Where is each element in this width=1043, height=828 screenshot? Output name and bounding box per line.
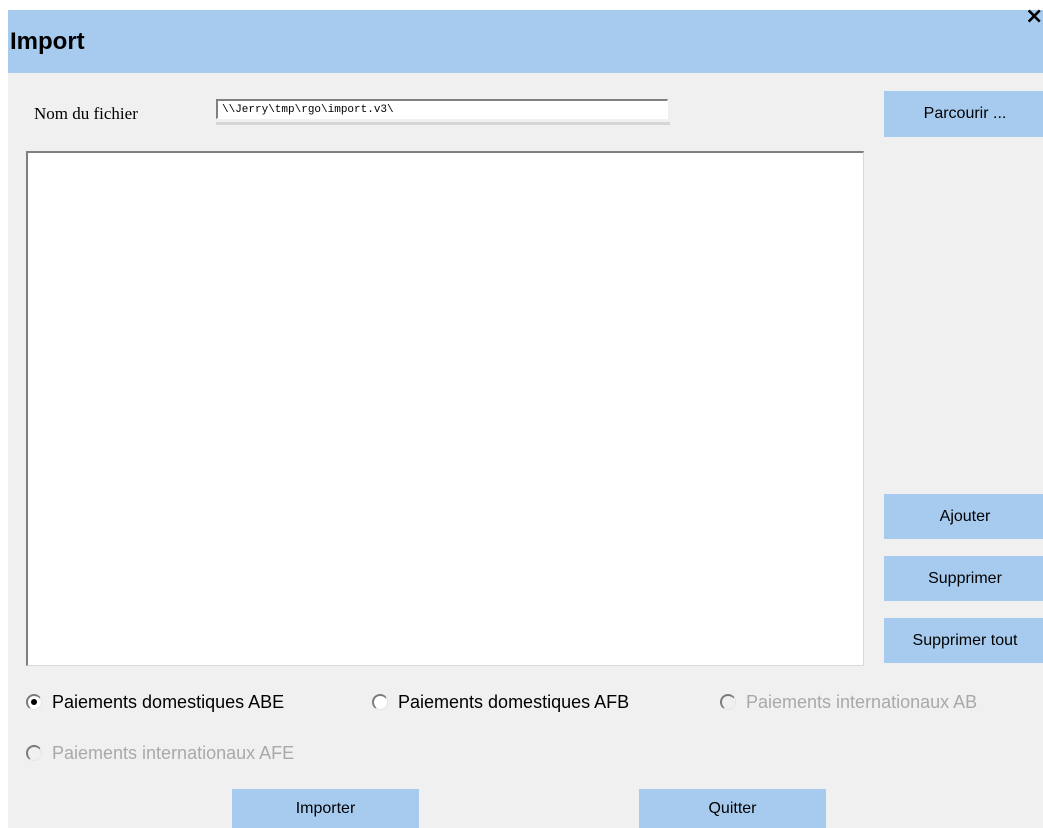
browse-button[interactable]: Parcourir ... xyxy=(884,91,1043,137)
radio-unchecked-icon xyxy=(26,745,42,761)
radio-unchecked-icon xyxy=(720,694,736,710)
quit-button[interactable]: Quitter xyxy=(639,789,826,828)
file-name-label: Nom du fichier xyxy=(34,104,138,123)
add-button[interactable]: Ajouter xyxy=(884,494,1043,539)
radio-international-afe: Paiements internationaux AFE xyxy=(26,740,378,766)
delete-all-button[interactable]: Supprimer tout xyxy=(884,618,1043,663)
file-input-underline xyxy=(216,122,670,125)
radio-label: Paiements domestiques AFB xyxy=(398,691,630,712)
radio-label: Paiements domestiques ABE xyxy=(52,691,285,712)
delete-button[interactable]: Supprimer xyxy=(884,556,1043,601)
dialog-title: Import xyxy=(10,28,85,55)
radio-label: Paiements internationaux AFE xyxy=(52,742,295,763)
radio-international-ab: Paiements internationaux AB xyxy=(720,689,1043,715)
radio-domestic-afb[interactable]: Paiements domestiques AFB xyxy=(372,689,720,715)
radio-checked-icon[interactable] xyxy=(26,694,42,710)
file-list[interactable] xyxy=(26,151,864,666)
radio-unchecked-icon[interactable] xyxy=(372,694,388,710)
import-button[interactable]: Importer xyxy=(232,789,419,828)
file-name-input[interactable] xyxy=(216,99,668,119)
radio-label: Paiements internationaux AB xyxy=(746,691,978,712)
radio-domestic-abe[interactable]: Paiements domestiques ABE xyxy=(26,689,371,715)
title-bar: Import × xyxy=(8,4,1043,73)
import-dialog: Import × Nom du fichier Parcourir ... Aj… xyxy=(8,4,1043,828)
close-icon[interactable]: × xyxy=(1025,4,1043,30)
